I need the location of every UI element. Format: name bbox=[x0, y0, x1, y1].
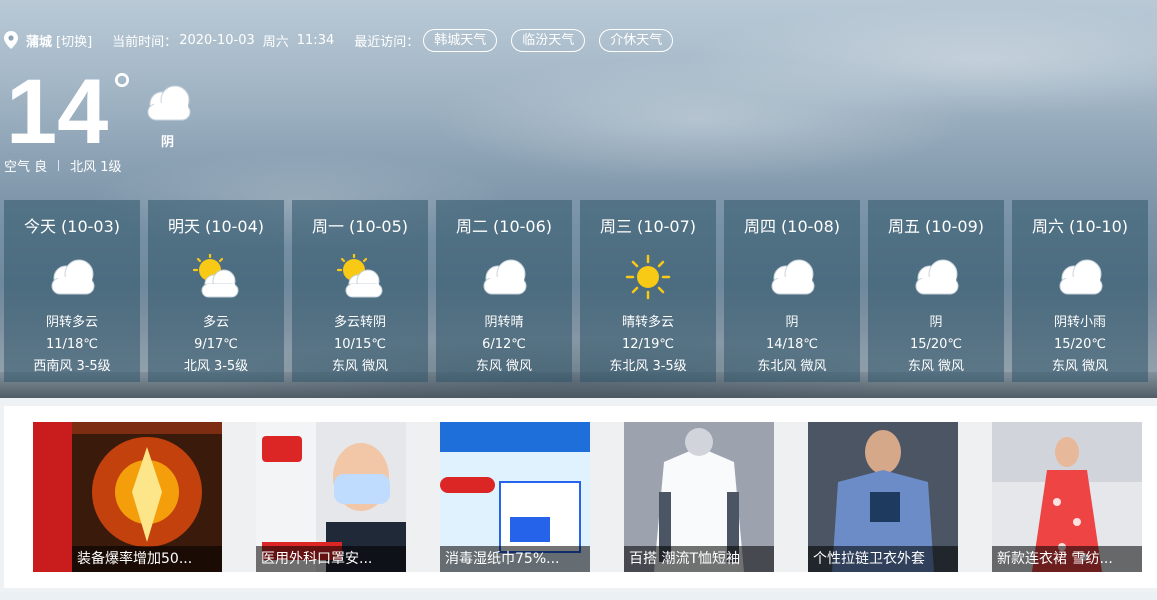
forecast-wind: 东风 微风 bbox=[907, 359, 965, 374]
current-condition: 阴 bbox=[161, 135, 175, 150]
cloud-icon bbox=[915, 259, 959, 295]
forecast-day-card[interactable]: 周二 (10-06) 阴转晴 6/12℃ 东风 微风 bbox=[436, 200, 572, 382]
forecast-temperature: 10/15℃ bbox=[333, 337, 387, 352]
forecast-condition: 阴转小雨 bbox=[1053, 315, 1106, 330]
forecast-wind: 西南风 3-5级 bbox=[33, 359, 111, 374]
forecast-condition: 阴转多云 bbox=[45, 315, 98, 330]
partly-cloudy-icon bbox=[192, 254, 239, 298]
cloud-icon bbox=[1059, 259, 1103, 295]
forecast-date: 周四 (10-08) bbox=[743, 217, 841, 236]
forecast-list: 今天 (10-03) 阴转多云 11/18℃ 西南风 3-5级 明天 (10-04) 多云… bbox=[4, 200, 1157, 382]
page-divider bbox=[0, 592, 1157, 600]
forecast-temperature: 15/20℃ bbox=[1053, 337, 1107, 352]
current-date: 2020-10-03 bbox=[179, 32, 255, 48]
recent-visits-label: 最近访问： bbox=[354, 34, 420, 50]
forecast-date: 周三 (10-07) bbox=[599, 217, 697, 236]
current-wind: 北风 1级 bbox=[70, 160, 122, 175]
ad-gap bbox=[958, 422, 992, 572]
location-pin-icon bbox=[4, 31, 18, 49]
forecast-wind: 东风 微风 bbox=[331, 359, 389, 374]
switch-city-link[interactable]: [切换] bbox=[56, 31, 92, 50]
cloud-icon bbox=[483, 259, 527, 295]
ad-strip: 装备爆率增加50... 医用外科口罩安... 消毒湿纸巾75%... 百搭 潮流T恤短… bbox=[4, 406, 1157, 588]
location-bar: 蒲城 [切换] 当前时间： 2020-10-03 周六 11:34 最近访问： … bbox=[4, 28, 687, 52]
degree-symbol: ° bbox=[112, 63, 132, 119]
forecast-condition: 晴转多云 bbox=[621, 315, 674, 330]
ad-caption: 新款连衣裙 雪纺... bbox=[992, 546, 1142, 572]
time-label: 当前时间： bbox=[112, 34, 178, 50]
forecast-condition: 多云转阴 bbox=[333, 315, 386, 330]
forecast-temperature: 11/18℃ bbox=[45, 337, 99, 352]
current-clock: 11:34 bbox=[296, 32, 335, 48]
sun-icon bbox=[625, 254, 671, 300]
forecast-wind: 北风 3-5级 bbox=[183, 359, 249, 374]
ad-caption: 消毒湿纸巾75%... bbox=[440, 546, 590, 572]
forecast-temperature: 14/18℃ bbox=[765, 337, 819, 352]
cloud-icon bbox=[51, 259, 95, 295]
forecast-temperature: 12/19℃ bbox=[621, 337, 675, 352]
recent-city-link[interactable]: 临汾天气 bbox=[511, 28, 586, 52]
current-weekday: 周六 bbox=[262, 34, 289, 50]
ad-caption: 装备爆率增加50... bbox=[72, 546, 222, 572]
ad-caption: 百搭 潮流T恤短袖 bbox=[624, 546, 774, 572]
forecast-date: 周五 (10-09) bbox=[887, 217, 985, 236]
recent-city-link[interactable]: 韩城天气 bbox=[423, 28, 498, 52]
forecast-wind: 东北风 3-5级 bbox=[609, 359, 687, 374]
ad-caption: 医用外科口罩安... bbox=[256, 546, 406, 572]
forecast-wind: 东北风 微风 bbox=[757, 359, 827, 374]
current-temperature: 14 bbox=[6, 61, 109, 163]
partly-cloudy-icon bbox=[336, 254, 383, 298]
divider bbox=[58, 160, 60, 171]
forecast-date: 周六 (10-10) bbox=[1031, 217, 1129, 236]
air-wind-info: 空气 良 北风 1级 bbox=[4, 156, 122, 175]
forecast-day-card[interactable]: 今天 (10-03) 阴转多云 11/18℃ 西南风 3-5级 bbox=[4, 200, 140, 382]
recent-city-link[interactable]: 介休天气 bbox=[599, 28, 674, 52]
forecast-date: 周一 (10-05) bbox=[311, 217, 409, 236]
forecast-day-card[interactable]: 周六 (10-10) 阴转小雨 15/20℃ 东风 微风 bbox=[1012, 200, 1148, 382]
forecast-condition: 阴转晴 bbox=[484, 315, 524, 330]
cloud-icon bbox=[771, 259, 815, 295]
forecast-day-card[interactable]: 明天 (10-04) 多云 9/17℃ 北风 3-5级 bbox=[148, 200, 284, 382]
forecast-temperature: 15/20℃ bbox=[909, 337, 963, 352]
ad-side-banner bbox=[33, 422, 72, 572]
forecast-condition: 多云 bbox=[202, 315, 229, 330]
forecast-day-card[interactable]: 周一 (10-05) 多云转阴 10/15℃ 东风 微风 bbox=[292, 200, 428, 382]
forecast-day-card[interactable]: 周三 (10-07) 晴转多云 12/19℃ 东北风 3-5级 bbox=[580, 200, 716, 382]
forecast-condition: 阴 bbox=[785, 315, 799, 330]
cloud-icon bbox=[147, 85, 191, 121]
forecast-date: 周二 (10-06) bbox=[455, 217, 553, 236]
ad-caption: 个性拉链卫衣外套 bbox=[808, 546, 958, 572]
forecast-wind: 东风 微风 bbox=[475, 359, 533, 374]
ad-product-card[interactable]: 百搭 潮流T恤短袖 bbox=[624, 422, 774, 572]
forecast-wind: 东风 微风 bbox=[1051, 359, 1109, 374]
ad-product-card[interactable]: 消毒湿纸巾75%... bbox=[440, 422, 590, 572]
ad-product-card[interactable]: 装备爆率增加50... bbox=[72, 422, 222, 572]
ad-gap bbox=[774, 422, 808, 572]
current-city: 蒲城 bbox=[26, 34, 53, 50]
ad-product-card[interactable]: 个性拉链卫衣外套 bbox=[808, 422, 958, 572]
ad-product-card[interactable]: 医用外科口罩安... bbox=[256, 422, 406, 572]
forecast-day-card[interactable]: 周五 (10-09) 阴 15/20℃ 东风 微风 bbox=[868, 200, 1004, 382]
forecast-date: 今天 (10-03) bbox=[23, 217, 121, 236]
ad-product-card[interactable]: 新款连衣裙 雪纺... bbox=[992, 422, 1142, 572]
air-quality: 空气 良 bbox=[4, 160, 48, 175]
forecast-temperature: 6/12℃ bbox=[482, 337, 526, 352]
ad-gap bbox=[590, 422, 624, 572]
forecast-day-card[interactable]: 周四 (10-08) 阴 14/18℃ 东北风 微风 bbox=[724, 200, 860, 382]
forecast-condition: 阴 bbox=[929, 315, 943, 330]
ad-gap bbox=[406, 422, 440, 572]
forecast-temperature: 9/17℃ bbox=[194, 337, 238, 352]
forecast-date: 明天 (10-04) bbox=[167, 217, 265, 236]
ad-gap bbox=[222, 422, 256, 572]
